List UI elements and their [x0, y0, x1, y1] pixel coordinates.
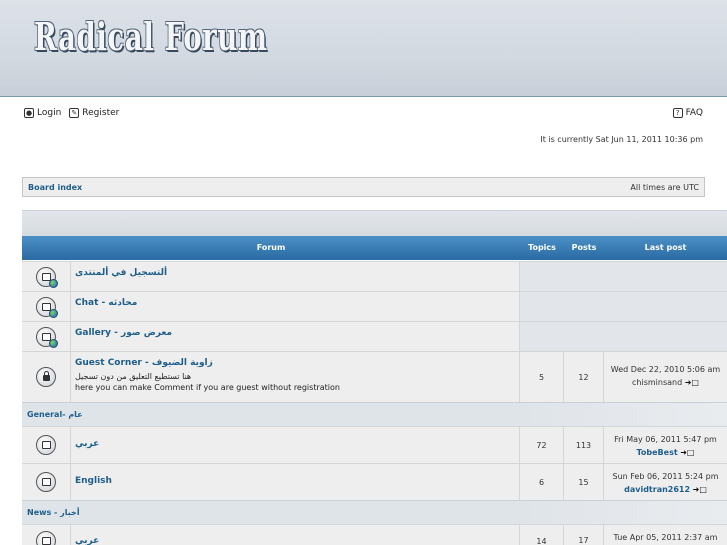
posts-count: 113 [564, 427, 604, 463]
forum-read-icon [36, 472, 56, 492]
forum-read-icon [36, 531, 56, 545]
top-links: ● Login ✎ Register [24, 108, 119, 118]
category-title-link[interactable]: General- عام [27, 410, 83, 419]
category-row: News - أخبار [22, 500, 727, 524]
forum-row: عربي 14 17 Tue Apr 05, 2011 2:37 am [22, 524, 727, 545]
current-time: It is currently Sat Jun 11, 2011 10:36 p… [540, 135, 703, 144]
topics-count: 5 [520, 352, 564, 402]
view-latest-post-icon[interactable]: ➜□ [685, 376, 699, 389]
forum-table-cap [22, 210, 727, 236]
timezone-text: All times are UTC [630, 182, 699, 192]
register-link[interactable]: ✎ Register [69, 108, 119, 118]
login-label: Login [37, 108, 62, 118]
header-posts: Posts [571, 243, 597, 252]
view-latest-post-icon[interactable]: ➜□ [680, 446, 694, 459]
forum-title-link[interactable]: Guest Corner - زاوية الضيوف [75, 358, 213, 368]
posts-count: 12 [564, 352, 604, 402]
last-post-date: Wed Dec 22, 2010 5:06 am [610, 365, 721, 374]
board-index-link[interactable]: Board index [28, 183, 82, 192]
faq-label: FAQ [685, 108, 703, 118]
forum-row: Chat - محادثه [22, 291, 727, 321]
faq-link[interactable]: ? FAQ [672, 108, 703, 118]
header-forum: Forum [256, 243, 286, 252]
login-link[interactable]: ● Login [24, 108, 61, 118]
last-post-cell: Sun Feb 06, 2011 5:24 pm davidtran2612 ➜… [604, 464, 727, 500]
forum-title-link[interactable]: Gallery - معرض صور [75, 328, 172, 338]
header-banner: Radical Forum [0, 0, 727, 97]
forum-globe-icon [36, 327, 58, 348]
last-post-date: Fri May 06, 2011 5:47 pm [614, 435, 717, 444]
forum-locked-icon [36, 367, 56, 387]
forum-table-header: Forum Topics Posts Last post [22, 236, 727, 260]
last-post-user[interactable]: TobeBest [637, 448, 678, 457]
forum-title-link[interactable]: عربي [75, 536, 99, 545]
site-logo[interactable]: Radical Forum [34, 14, 268, 59]
last-post-date: Tue Apr 05, 2011 2:37 am [613, 533, 718, 542]
forum-row: ألتسجيل في ألمنتدى [22, 261, 727, 291]
posts-count: 15 [564, 464, 604, 500]
last-post-cell: Fri May 06, 2011 5:47 pm TobeBest ➜□ [604, 427, 727, 463]
forum-globe-icon [36, 267, 58, 288]
last-post-cell: Tue Apr 05, 2011 2:37 am [604, 525, 727, 545]
category-row: General- عام [22, 402, 727, 426]
posts-count: 17 [564, 525, 604, 545]
topics-count: 6 [520, 464, 564, 500]
forum-row: English 6 15 Sun Feb 06, 2011 5:24 pm da… [22, 463, 727, 500]
forum-read-icon [36, 435, 56, 455]
forum-row: عربي 72 113 Fri May 06, 2011 5:47 pm Tob… [22, 426, 727, 463]
forum-row: Gallery - معرض صور [22, 321, 727, 351]
register-label: Register [82, 108, 120, 118]
forum-title-link[interactable]: Chat - محادثه [75, 298, 137, 308]
forum-title-link[interactable]: English [75, 476, 112, 486]
header-topics: Topics [528, 243, 556, 252]
faq-icon: ? [672, 108, 683, 118]
header-last-post: Last post [644, 243, 687, 252]
last-post-cell: Wed Dec 22, 2010 5:06 am chisminsand ➜□ [604, 352, 727, 402]
last-post-user[interactable]: davidtran2612 [624, 485, 690, 494]
forum-globe-icon [36, 297, 58, 318]
navbar: Board index All times are UTC [22, 177, 705, 197]
topics-count: 72 [520, 427, 564, 463]
login-icon: ● [24, 108, 34, 118]
forum-row: Guest Corner - زاوية الضيوف هنا تستطيع ا… [22, 351, 727, 402]
category-title-link[interactable]: News - أخبار [27, 508, 80, 517]
forum-description: هنا تستطيع التعليق من دون تسجيل here you… [75, 372, 340, 392]
register-icon: ✎ [69, 108, 80, 118]
topics-count: 14 [520, 525, 564, 545]
last-post-user[interactable]: chisminsand [632, 378, 682, 387]
view-latest-post-icon[interactable]: ➜□ [693, 483, 707, 496]
last-post-date: Sun Feb 06, 2011 5:24 pm [612, 472, 719, 481]
forum-title-link[interactable]: عربي [75, 439, 99, 449]
forum-title-link[interactable]: ألتسجيل في ألمنتدى [75, 268, 167, 278]
